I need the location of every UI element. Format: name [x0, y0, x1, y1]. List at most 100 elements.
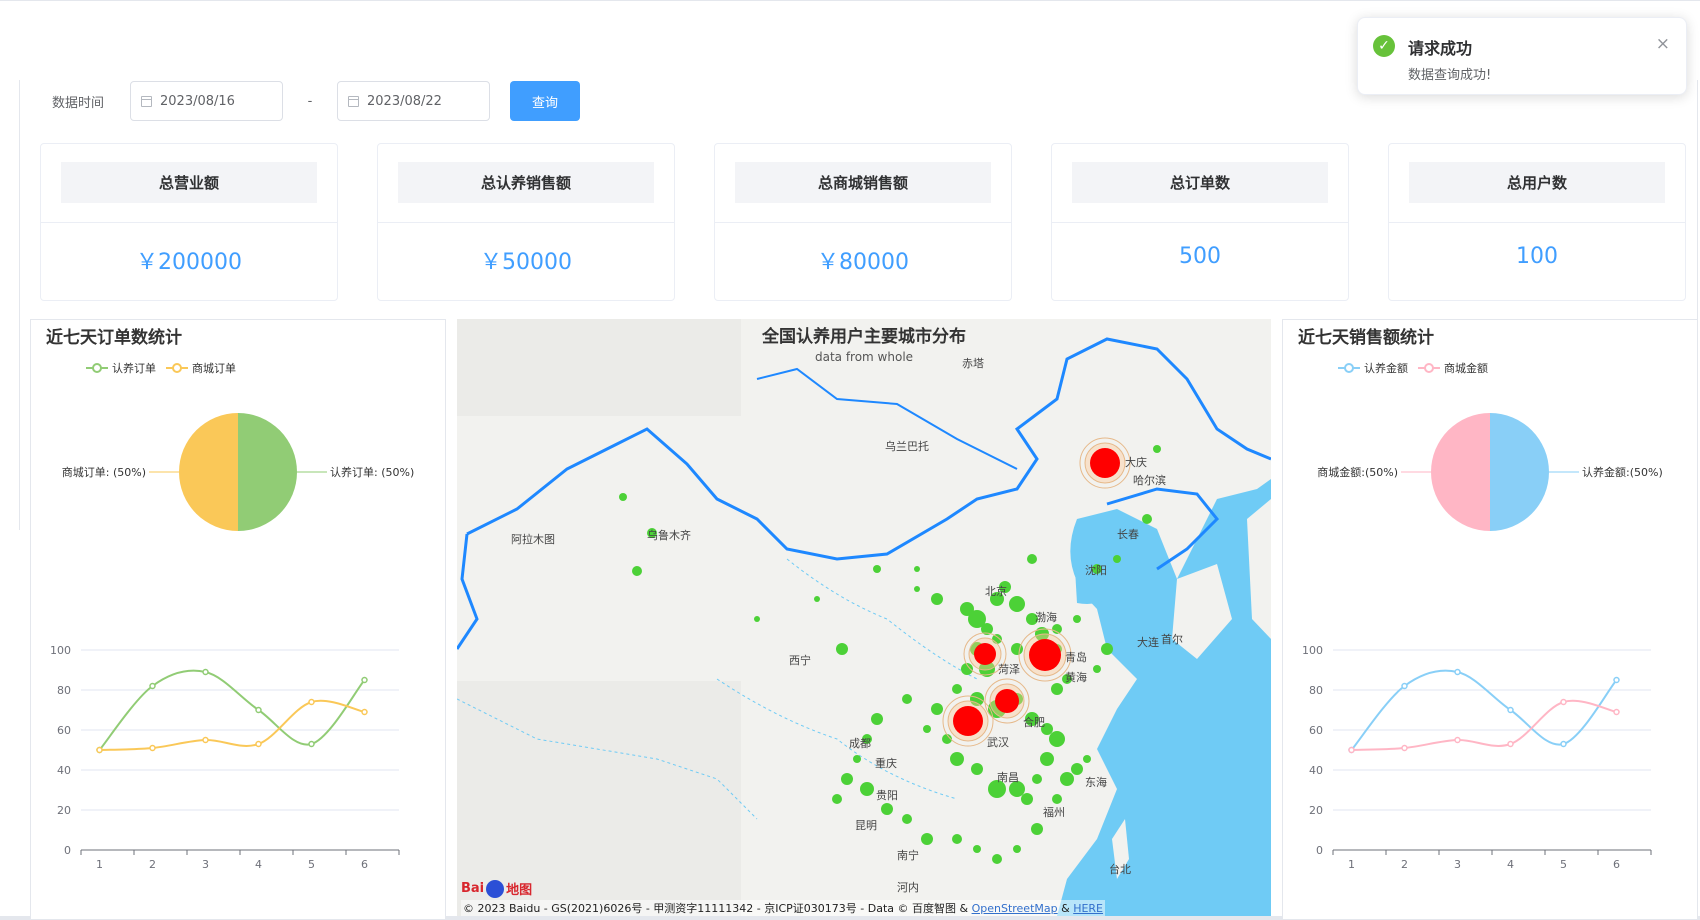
city-point[interactable]	[1093, 665, 1101, 673]
copyright-text: © 2023 Baidu - GS(2021)6026号 - 甲测资字11111…	[463, 902, 972, 915]
success-notification: ✓ 请求成功 数据查询成功! ×	[1357, 17, 1687, 95]
city-point[interactable]	[754, 616, 760, 622]
city-point[interactable]	[841, 773, 853, 785]
city-point[interactable]	[619, 493, 627, 501]
pie-slice-商城金额[interactable]	[1431, 413, 1490, 531]
city-point[interactable]	[992, 854, 1002, 864]
city-point[interactable]	[814, 596, 820, 602]
data-point[interactable]	[361, 708, 368, 716]
x-tick-label: 3	[202, 858, 209, 871]
city-point[interactable]	[923, 725, 931, 733]
city-point[interactable]	[1052, 794, 1062, 804]
map-city-label: 乌鲁木齐	[647, 529, 691, 542]
end-date-input[interactable]: 2023/08/22	[337, 81, 490, 121]
data-point[interactable]	[308, 698, 315, 706]
data-point[interactable]	[96, 746, 103, 754]
data-point[interactable]	[1401, 744, 1408, 752]
data-point[interactable]	[1507, 740, 1514, 748]
data-point[interactable]	[1401, 682, 1408, 690]
city-point[interactable]	[1049, 731, 1065, 747]
map-city-label: 阿拉木图	[511, 533, 555, 546]
data-point[interactable]	[1560, 740, 1567, 748]
city-point[interactable]	[1101, 643, 1113, 655]
city-point[interactable]	[871, 713, 883, 725]
city-point[interactable]	[973, 845, 981, 853]
data-point[interactable]	[1560, 698, 1567, 706]
end-date-value: 2023/08/22	[367, 93, 442, 109]
data-point[interactable]	[149, 682, 156, 690]
city-point[interactable]	[971, 763, 983, 775]
city-point[interactable]	[1071, 763, 1083, 775]
data-point[interactable]	[1613, 676, 1620, 684]
data-point[interactable]	[149, 744, 156, 752]
x-tick-label: 4	[255, 858, 262, 871]
map-city-label: 贵阳	[876, 789, 898, 802]
data-point[interactable]	[1507, 706, 1514, 714]
city-point[interactable]	[1021, 793, 1033, 805]
city-point[interactable]	[1032, 774, 1042, 784]
city-point[interactable]	[1142, 514, 1152, 524]
top-city-point[interactable]	[995, 689, 1019, 713]
map-city-label: 东海	[1085, 776, 1107, 789]
data-point[interactable]	[308, 740, 315, 748]
pie-slice-认养订单[interactable]	[238, 413, 297, 531]
city-point[interactable]	[914, 566, 920, 572]
data-point[interactable]	[202, 668, 209, 676]
city-point[interactable]	[921, 833, 933, 845]
city-point[interactable]	[1083, 755, 1091, 763]
calendar-icon	[348, 95, 359, 107]
city-point[interactable]	[1060, 772, 1074, 786]
city-point[interactable]	[1153, 445, 1161, 453]
city-point[interactable]	[1013, 845, 1021, 853]
sales-chart-panel: 近七天销售额统计 认养金额 商城金额 认养金额:(50%) 商城金额:(50%) 0…	[1282, 319, 1698, 920]
query-button[interactable]: 查询	[510, 81, 580, 121]
data-point[interactable]	[1348, 746, 1355, 754]
top-city-point[interactable]	[1090, 448, 1120, 478]
close-icon[interactable]: ×	[1656, 34, 1670, 54]
card-divider	[378, 222, 674, 223]
data-point[interactable]	[202, 736, 209, 744]
city-point[interactable]	[853, 755, 861, 763]
city-point[interactable]	[902, 814, 912, 824]
data-point[interactable]	[1613, 708, 1620, 716]
city-point[interactable]	[632, 566, 642, 576]
city-point[interactable]	[950, 752, 964, 766]
city-point[interactable]	[931, 593, 943, 605]
city-point[interactable]	[873, 565, 881, 573]
city-point[interactable]	[860, 782, 874, 796]
city-point[interactable]	[902, 694, 912, 704]
city-point[interactable]	[1051, 683, 1063, 695]
data-point[interactable]	[1454, 668, 1461, 676]
china-map[interactable]: 大庆 哈尔滨 长春 乌兰巴托 乌鲁木齐 阿拉木图 北京 渤海 青岛 黄海 菏泽 合肥 武汉 东海 西宁 成都重…	[457, 319, 1271, 916]
osm-link[interactable]: OpenStreetMap	[972, 902, 1058, 915]
date-range-separator: -	[307, 93, 313, 109]
here-link[interactable]: HERE	[1073, 902, 1103, 915]
city-point[interactable]	[1040, 752, 1054, 766]
data-point[interactable]	[255, 706, 262, 714]
city-point[interactable]	[832, 794, 842, 804]
data-point[interactable]	[255, 740, 262, 748]
baidu-map-logo[interactable]: Bai 地图	[461, 879, 532, 898]
x-tick-label: 2	[1401, 858, 1408, 871]
city-point[interactable]	[914, 586, 920, 592]
start-date-input[interactable]: 2023/08/16	[130, 81, 283, 121]
map-city-label: 福州	[1043, 806, 1065, 819]
city-point[interactable]	[931, 703, 943, 715]
pie-slice-认养金额[interactable]	[1490, 413, 1549, 531]
city-point[interactable]	[1073, 615, 1081, 623]
data-point[interactable]	[361, 676, 368, 684]
top-city-point[interactable]	[1029, 639, 1061, 671]
city-point[interactable]	[952, 684, 962, 694]
top-city-point[interactable]	[974, 643, 996, 665]
data-point[interactable]	[1454, 736, 1461, 744]
city-point[interactable]	[836, 643, 848, 655]
city-point[interactable]	[1113, 555, 1121, 563]
city-point[interactable]	[1009, 596, 1025, 612]
series-line-认养订单	[98, 669, 366, 751]
top-city-point[interactable]	[953, 706, 983, 736]
city-point[interactable]	[1027, 554, 1037, 564]
city-point[interactable]	[881, 803, 893, 815]
pie-slice-商城订单[interactable]	[179, 413, 238, 531]
city-point[interactable]	[952, 834, 962, 844]
city-point[interactable]	[1031, 823, 1043, 835]
